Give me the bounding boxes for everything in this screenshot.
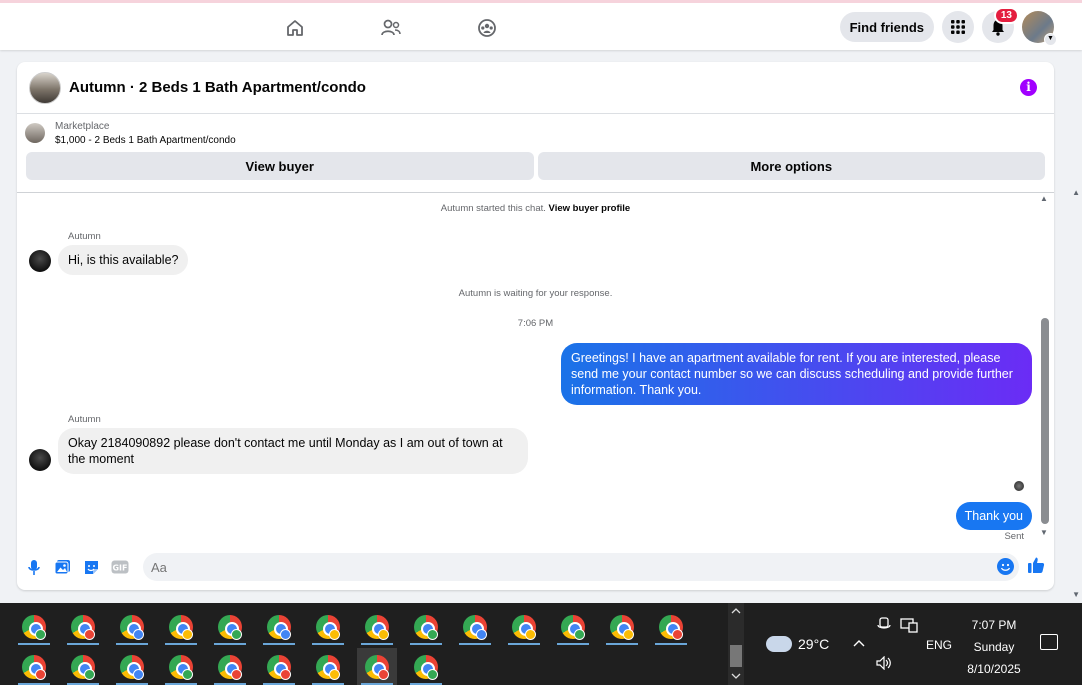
emoji-icon[interactable] <box>997 558 1014 575</box>
sender-name: Autumn <box>68 414 101 425</box>
chat-started-text: Autumn started this chat. <box>440 203 546 214</box>
taskbar-scroller[interactable] <box>728 603 744 685</box>
chat-started-notice: Autumn started this chat. View buyer pro… <box>17 203 1054 214</box>
temperature: 29°C <box>798 636 830 652</box>
chrome-taskbar-icon[interactable] <box>406 608 446 646</box>
incoming-message[interactable]: Okay 2184090892 please don't contact me … <box>58 428 528 474</box>
chrome-taskbar-icon[interactable] <box>112 648 152 685</box>
chevron-up-icon[interactable] <box>853 639 865 647</box>
message-timestamp: 7:06 PM <box>517 318 554 329</box>
sender-name: Autumn <box>68 231 101 242</box>
chrome-taskbar-icon[interactable] <box>504 608 544 646</box>
apps-menu-icon <box>951 20 965 34</box>
scroll-thumb[interactable] <box>1041 318 1049 524</box>
info-icon[interactable]: i <box>1020 79 1037 96</box>
outgoing-message[interactable]: Greetings! I have an apartment available… <box>561 343 1032 405</box>
meet-icon[interactable] <box>877 617 891 633</box>
windows-taskbar: 29°C ENG 7:07 PM Sunday 8/10/2025 <box>0 603 1082 685</box>
listing-thumbnail <box>25 123 45 143</box>
apps-menu-button[interactable] <box>942 11 974 43</box>
profile-avatar[interactable]: ▼ <box>1022 11 1057 46</box>
nav-right-group: Find friends 13 ▼ <box>839 7 1057 46</box>
outgoing-message[interactable]: Thank you <box>955 502 1032 530</box>
clock[interactable]: 7:07 PM Sunday 8/10/2025 <box>954 614 1034 680</box>
action-buttons: View buyer More options <box>17 152 1054 180</box>
friends-icon[interactable] <box>380 17 402 39</box>
chevron-down-icon[interactable]: ▼ <box>1044 33 1057 46</box>
chrome-taskbar-icon[interactable] <box>259 648 299 685</box>
message-composer: GIF <box>17 548 1054 590</box>
system-tray: 29°C ENG 7:07 PM Sunday 8/10/2025 <box>744 603 1082 685</box>
view-buyer-button[interactable]: View buyer <box>26 152 534 180</box>
buyer-avatar[interactable] <box>29 250 51 272</box>
gif-icon[interactable]: GIF <box>111 558 129 576</box>
chrome-taskbar-icon[interactable] <box>14 648 54 685</box>
view-buyer-profile-link[interactable]: View buyer profile <box>549 203 631 214</box>
listing-avatar[interactable] <box>29 71 61 104</box>
chat-title[interactable]: Autumn · 2 Beds 1 Bath Apartment/condo <box>69 79 366 96</box>
clock-day: Sunday <box>973 640 1015 654</box>
groups-icon[interactable] <box>476 17 498 39</box>
page-scroll-down-icon[interactable]: ▼ <box>1072 590 1080 599</box>
chrome-taskbar-icon[interactable] <box>406 648 446 685</box>
chrome-taskbar-icon[interactable] <box>308 648 348 685</box>
clock-time: 7:07 PM <box>971 618 1017 632</box>
chrome-taskbar-icon[interactable] <box>308 608 348 646</box>
marketplace-listing[interactable]: Marketplace $1,000 - 2 Beds 1 Bath Apart… <box>17 114 1054 152</box>
chrome-taskbar-icon[interactable] <box>63 648 103 685</box>
notifications-button[interactable]: 13 <box>982 7 1019 43</box>
sent-status: Sent <box>1004 531 1024 542</box>
sticker-icon[interactable] <box>82 558 100 576</box>
message-input[interactable] <box>143 553 983 581</box>
photo-icon[interactable] <box>53 558 71 576</box>
scroll-up-icon[interactable]: ▲ <box>1040 194 1048 203</box>
chrome-taskbar-icon[interactable] <box>651 608 691 646</box>
listing-description: $1,000 - 2 Beds 1 Bath Apartment/condo <box>55 134 236 146</box>
chrome-taskbar-icon[interactable] <box>357 608 397 646</box>
chat-window: Autumn · 2 Beds 1 Bath Apartment/condo i… <box>17 62 1054 590</box>
language-indicator[interactable]: ENG <box>926 638 952 652</box>
chrome-taskbar-icon[interactable] <box>553 608 593 646</box>
chat-scrollbar[interactable]: ▲ ▼ <box>1040 194 1049 540</box>
waiting-notice: Autumn is waiting for your response. <box>458 288 613 299</box>
seen-avatar <box>1014 481 1024 491</box>
find-friends-button[interactable]: Find friends <box>839 12 934 42</box>
more-options-button[interactable]: More options <box>537 152 1045 180</box>
svg-text:GIF: GIF <box>112 564 127 573</box>
network-icon[interactable] <box>900 617 918 633</box>
notification-count-badge: 13 <box>993 7 1019 24</box>
message-input-wrapper <box>143 553 1019 581</box>
chrome-taskbar-icon[interactable] <box>112 608 152 646</box>
chrome-taskbar-icon[interactable] <box>161 608 201 646</box>
chrome-taskbar-icon[interactable] <box>161 648 201 685</box>
chrome-taskbar-icon[interactable] <box>14 608 54 646</box>
chrome-taskbar-icon[interactable] <box>210 648 250 685</box>
weather-widget[interactable]: 29°C <box>766 628 830 652</box>
home-icon[interactable] <box>284 17 306 39</box>
buyer-avatar[interactable] <box>29 449 51 471</box>
marketplace-label: Marketplace <box>55 120 110 132</box>
chrome-taskbar-icon[interactable] <box>602 608 642 646</box>
message-list: Autumn started this chat. View buyer pro… <box>17 193 1054 548</box>
microphone-icon[interactable] <box>25 558 43 576</box>
weather-icon <box>766 628 792 652</box>
chrome-taskbar-icon[interactable] <box>357 648 397 685</box>
chat-header: Autumn · 2 Beds 1 Bath Apartment/condo i <box>17 62 1054 114</box>
notification-center-icon[interactable] <box>1040 634 1058 650</box>
chrome-taskbar-icon[interactable] <box>455 608 495 646</box>
like-icon[interactable] <box>1027 556 1045 574</box>
page-scroll-up-icon[interactable]: ▲ <box>1072 188 1080 197</box>
chrome-taskbar-icon[interactable] <box>259 608 299 646</box>
incoming-message[interactable]: Hi, is this available? <box>58 245 189 275</box>
chrome-taskbar-icon[interactable] <box>210 608 250 646</box>
top-navigation: Find friends 13 ▼ <box>0 0 1082 50</box>
scroll-down-icon[interactable]: ▼ <box>1040 528 1048 537</box>
chrome-taskbar-icon[interactable] <box>63 608 103 646</box>
volume-icon[interactable] <box>876 656 892 670</box>
clock-date: 8/10/2025 <box>967 662 1021 676</box>
